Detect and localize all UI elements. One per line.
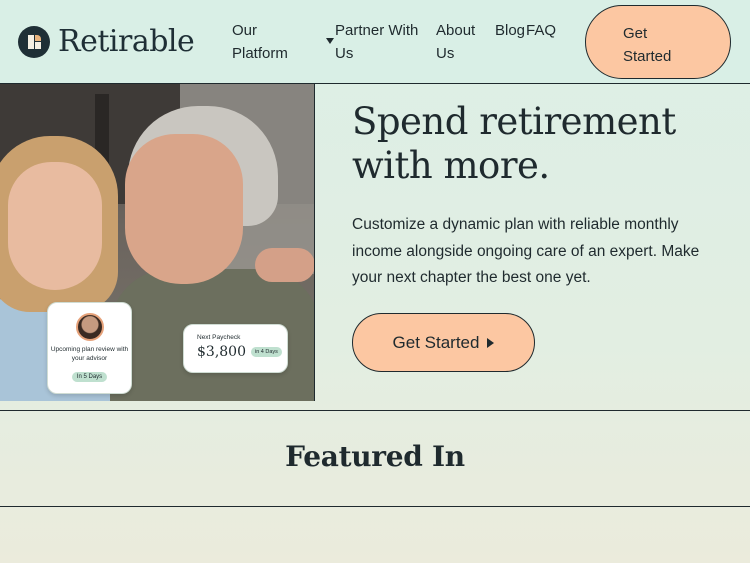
plan-review-text: Upcoming plan review with your advisor <box>50 346 129 362</box>
nav-link-about-us[interactable]: About Us <box>436 19 488 65</box>
paycheck-badge: in 4 Days <box>251 347 282 357</box>
nav-cta-label: Get Started <box>623 25 672 65</box>
hero-get-started-button[interactable]: Get Started <box>352 313 535 372</box>
plan-review-card: Upcoming plan review with your advisor I… <box>47 302 132 394</box>
brand-name: Retirable <box>58 24 195 59</box>
logo-mark-icon <box>18 25 50 58</box>
hero-title: Spend retirement with more. <box>352 100 676 187</box>
hero-cta-label: Get Started <box>392 332 480 352</box>
chevron-down-icon[interactable] <box>326 38 334 44</box>
nav-get-started-button[interactable]: Get Started <box>585 5 731 79</box>
nav-link-faq[interactable]: FAQ <box>526 19 556 42</box>
featured-divider <box>0 506 750 507</box>
nav-link-blog[interactable]: Blog <box>495 19 525 42</box>
nav-link-our-platform[interactable]: Our Platform <box>232 19 302 65</box>
nav-link-partner-with-us[interactable]: Partner With Us <box>335 19 430 65</box>
play-icon <box>487 337 495 348</box>
paycheck-card: Next Paycheck $3,800 in 4 Days <box>183 324 288 373</box>
section-divider <box>0 410 750 411</box>
paycheck-label: Next Paycheck <box>197 334 241 341</box>
paycheck-amount: $3,800 <box>197 344 246 360</box>
advisor-avatar <box>75 313 104 341</box>
featured-in-title: Featured In <box>285 440 465 473</box>
plan-review-badge: In 5 Days <box>71 372 108 382</box>
brand-logo[interactable]: Retirable <box>18 24 195 59</box>
top-navigation: Retirable Our Platform Partner With Us A… <box>0 0 750 84</box>
hero-subtitle: Customize a dynamic plan with reliable m… <box>352 216 700 286</box>
